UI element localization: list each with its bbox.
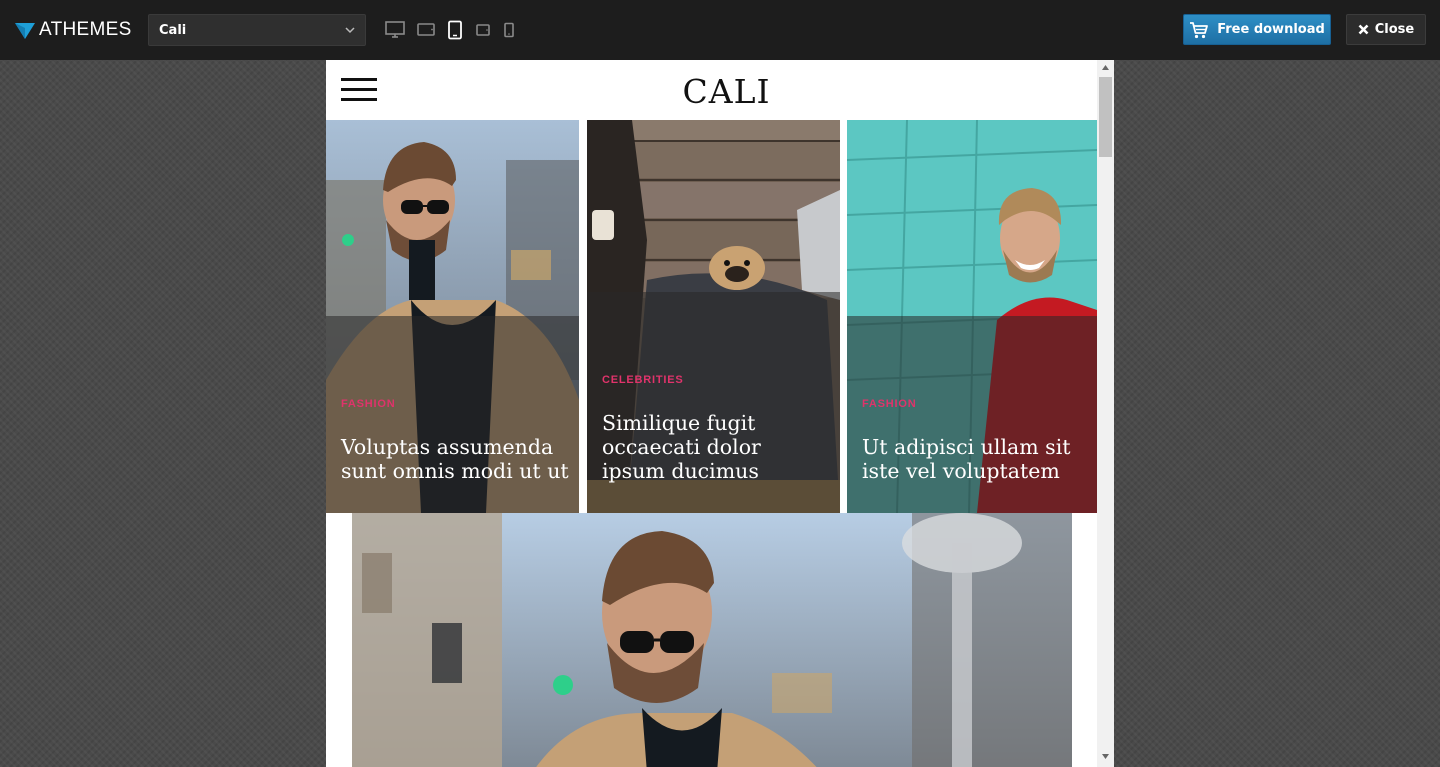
- close-button[interactable]: Close: [1346, 14, 1426, 45]
- close-icon: [1358, 24, 1369, 35]
- post-category[interactable]: FASHION: [862, 398, 917, 410]
- close-label: Close: [1374, 22, 1415, 37]
- laptop-icon: [417, 23, 435, 36]
- mobile-icon: [504, 22, 514, 38]
- preview-frame[interactable]: CALI FASHION Voluptas assumenda sunt omn…: [326, 60, 1114, 767]
- post-title[interactable]: Similique fugit occaecati dolor ipsum du…: [602, 411, 830, 483]
- shopping-cart-icon: [1190, 21, 1209, 38]
- athemes-logo-icon: [15, 23, 35, 39]
- theme-select[interactable]: Cali: [148, 14, 366, 46]
- featured-post-image[interactable]: [352, 513, 1072, 767]
- mobile-view-button[interactable]: [502, 22, 516, 38]
- brand-name: ATHEMES: [39, 19, 132, 40]
- tablet-landscape-view-button[interactable]: [474, 22, 492, 38]
- preview-scrollbar[interactable]: [1097, 60, 1114, 767]
- desktop-view-button[interactable]: [384, 20, 406, 40]
- tablet-portrait-view-button[interactable]: [446, 20, 464, 40]
- post-title[interactable]: Voluptas assumenda sunt omnis modi ut ut: [341, 435, 569, 483]
- site-title[interactable]: CALI: [341, 72, 1112, 111]
- scroll-up-arrow-icon[interactable]: [1101, 64, 1110, 71]
- post-overlay: [326, 316, 579, 513]
- preview-toolbar: ATHEMES Cali Free download Close: [0, 0, 1440, 60]
- scrollbar-thumb[interactable]: [1099, 77, 1112, 157]
- theme-select-value: Cali: [159, 22, 187, 38]
- laptop-view-button[interactable]: [416, 21, 436, 39]
- scroll-down-arrow-icon[interactable]: [1101, 753, 1110, 760]
- post-title[interactable]: Ut adipisci ullam sit iste vel voluptate…: [862, 435, 1087, 483]
- athemes-logo[interactable]: ATHEMES: [14, 17, 132, 43]
- post-category[interactable]: FASHION: [341, 398, 396, 410]
- device-switcher: [384, 19, 526, 41]
- post-category[interactable]: CELEBRITIES: [602, 374, 684, 386]
- chevron-down-icon: [345, 27, 355, 34]
- post-overlay: [847, 316, 1097, 513]
- featured-image: [352, 513, 1072, 767]
- free-download-label: Free download: [1217, 22, 1325, 37]
- post-card[interactable]: FASHION Voluptas assumenda sunt omnis mo…: [326, 120, 579, 513]
- tablet-landscape-icon: [476, 24, 490, 36]
- tablet-portrait-icon: [448, 20, 462, 40]
- post-card[interactable]: FASHION Ut adipisci ullam sit iste vel v…: [847, 120, 1097, 513]
- site-header: CALI: [326, 60, 1097, 120]
- desktop-icon: [385, 21, 405, 38]
- post-card[interactable]: CELEBRITIES Similique fugit occaecati do…: [587, 120, 840, 513]
- free-download-button[interactable]: Free download: [1183, 14, 1331, 45]
